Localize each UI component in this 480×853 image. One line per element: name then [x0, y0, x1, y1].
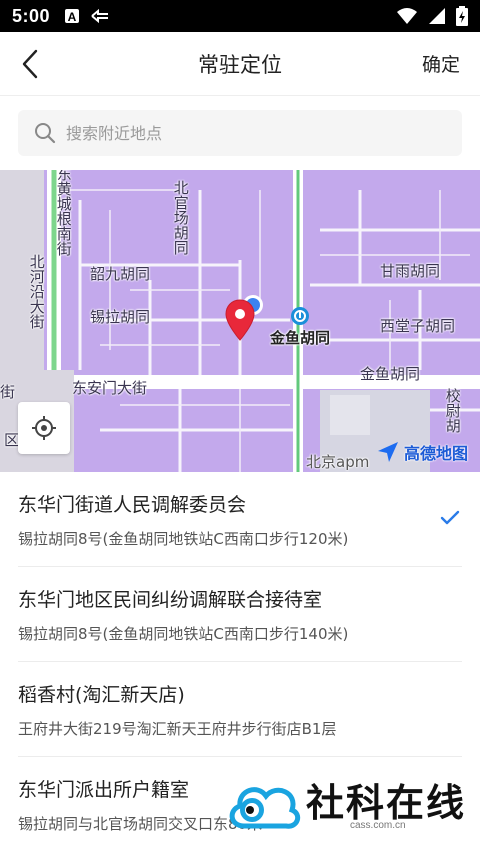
status-notification-icons: A	[64, 8, 110, 24]
result-name: 东华门地区民间纠纷调解联合接待室	[18, 589, 323, 611]
result-name: 稻香村(淘汇新天店)	[18, 684, 185, 706]
search-bar[interactable]	[18, 110, 462, 156]
map-label-xiao-wei-hutong: 校尉胡	[443, 388, 462, 433]
back-button[interactable]	[14, 48, 46, 80]
search-input[interactable]	[66, 123, 446, 143]
list-item[interactable]: 稻香村(淘汇新天店) 王府井大街219号淘汇新天王府井步行街店B1层	[18, 662, 462, 757]
gesture-icon	[91, 8, 109, 24]
map-label-dong-huang-cheng-gen-nan-jie: 东黄城根南街	[54, 170, 73, 256]
list-item[interactable]: 东华门地区民间纠纷调解联合接待室 锡拉胡同8号(金鱼胡同地铁站C西南口步行140…	[18, 567, 462, 662]
map-view[interactable]: 东黄城根南街 北官场胡同 韶九胡同 锡拉胡同 北河沿大街 金鱼胡同 甘雨胡同 西…	[0, 170, 480, 472]
result-address: 锡拉胡同与北官场胡同交叉口东80米	[18, 815, 263, 833]
status-time: 5:00	[12, 5, 51, 26]
map-label-jie: 街	[0, 383, 16, 401]
map-label-beijing-apm: 北京apm	[306, 453, 370, 471]
svg-text:A: A	[68, 10, 77, 24]
signal-icon	[429, 8, 445, 24]
status-system-icons	[396, 6, 468, 26]
list-item[interactable]: 东华门街道人民调解委员会 锡拉胡同8号(金鱼胡同地铁站C西南口步行120米)	[18, 472, 462, 567]
result-name: 东华门派出所户籍室	[18, 779, 190, 801]
search-icon	[35, 123, 56, 144]
confirm-button[interactable]: 确定	[422, 50, 460, 77]
battery-icon	[456, 6, 468, 26]
app-a-icon: A	[65, 9, 80, 24]
map-label-bei-he-yan-da-jie: 北河沿大街	[27, 254, 46, 329]
map-label-shao-jiu-hutong: 韶九胡同	[90, 265, 151, 283]
page-title: 常驻定位	[198, 52, 282, 77]
map-label-jin-yu-hutong-east: 金鱼胡同	[360, 365, 421, 383]
amap-logo-text: 高德地图	[403, 444, 468, 463]
status-bar: 5:00 A	[0, 0, 480, 32]
map-label-xi-la-hutong: 锡拉胡同	[90, 308, 151, 326]
result-address: 锡拉胡同8号(金鱼胡同地铁站C西南口步行120米)	[18, 530, 349, 548]
map-label-gan-yu-hutong: 甘雨胡同	[380, 262, 441, 280]
amap-logo-icon	[377, 442, 398, 462]
map-pin-icon	[225, 299, 255, 341]
subway-station-icon	[291, 307, 309, 325]
amap-logo: 高德地图	[376, 440, 468, 464]
locate-icon	[32, 416, 56, 440]
back-arrow-icon	[22, 49, 38, 79]
result-address: 王府井大街219号淘汇新天王府井步行街店B1层	[18, 720, 337, 738]
map-label-xi-tang-zi-hutong: 西堂子胡同	[380, 317, 456, 335]
map-label-dong-an-men-da-jie: 东安门大街	[72, 379, 148, 397]
map-label-jinyu-hutong-station: 金鱼胡同	[270, 329, 331, 347]
results-list: 东华门街道人民调解委员会 锡拉胡同8号(金鱼胡同地铁站C西南口步行120米) 东…	[0, 472, 480, 852]
check-icon	[440, 510, 460, 525]
map-label-qu: 区	[4, 431, 20, 449]
map-label-bei-guan-chang-hutong: 北官场胡同	[171, 180, 190, 255]
locate-button[interactable]	[18, 402, 70, 454]
wifi-icon	[397, 8, 417, 24]
nav-bar: 常驻定位 确定	[0, 32, 480, 96]
result-name: 东华门街道人民调解委员会	[18, 494, 247, 516]
list-item[interactable]: 东华门派出所户籍室 锡拉胡同与北官场胡同交叉口东80米	[18, 757, 462, 852]
result-address: 锡拉胡同8号(金鱼胡同地铁站C西南口步行140米)	[18, 625, 349, 643]
